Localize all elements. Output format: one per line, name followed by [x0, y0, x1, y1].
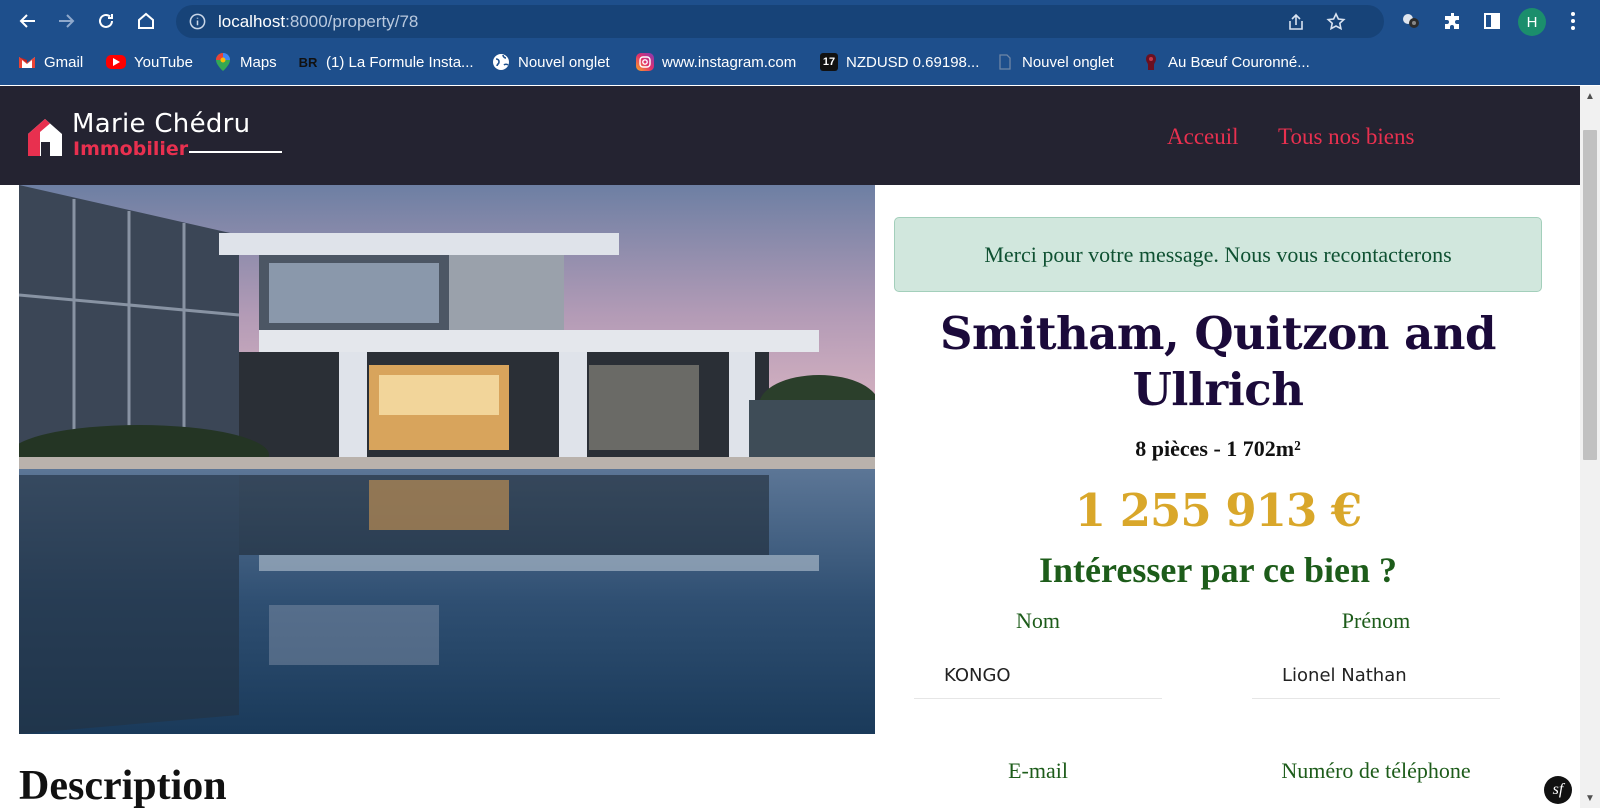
email-label: E-mail — [1008, 758, 1068, 783]
restaurant-icon — [1142, 53, 1160, 71]
property-photo — [19, 185, 875, 734]
side-panel-button[interactable] — [1479, 8, 1505, 34]
bookmark-nouvel-onglet-2[interactable]: Nouvel onglet — [996, 52, 1114, 72]
nav-accueil[interactable]: Acceuil — [1167, 124, 1239, 150]
menu-button[interactable] — [1560, 8, 1586, 34]
house-pool-image — [19, 185, 875, 734]
star-icon[interactable] — [1326, 12, 1346, 32]
scroll-thumb[interactable] — [1583, 130, 1597, 460]
arrow-left-icon — [19, 14, 35, 28]
br-icon: BR — [298, 54, 318, 70]
description-heading: Description — [19, 763, 227, 809]
back-button[interactable] — [14, 7, 42, 35]
url-text[interactable]: localhost:8000/property/78 — [218, 12, 418, 32]
maps-icon — [214, 53, 232, 71]
page-scrollbar[interactable]: ▲ ▼ — [1580, 86, 1600, 808]
property-price: 1 255 913 € — [1074, 484, 1363, 537]
tradingview-icon: 17 — [820, 53, 838, 71]
phone-label: Numéro de téléphone — [1281, 758, 1471, 783]
youtube-icon — [106, 55, 126, 69]
bookmark-label: Gmail — [44, 53, 84, 71]
bookmark-formule[interactable]: BR (1) La Formule Insta... — [298, 52, 474, 72]
bookmark-nzdusd[interactable]: 17 NZDUSD 0.69198... — [820, 52, 979, 72]
bookmark-label: Nouvel onglet — [518, 53, 610, 71]
logo-name: Marie Chédru — [72, 109, 251, 139]
bookmarks-bar: Gmail YouTube Maps BR (1) La Formule Ins… — [0, 45, 1600, 79]
bookmark-nouvel-onglet-1[interactable]: Nouvel onglet — [492, 52, 610, 72]
nom-input[interactable] — [914, 653, 1162, 699]
prenom-label: Prénom — [1341, 608, 1411, 633]
nom-label: Nom — [1016, 608, 1060, 633]
kebab-menu-icon — [1571, 12, 1575, 30]
reload-icon — [99, 13, 113, 28]
scroll-up-arrow-icon[interactable]: ▲ — [1580, 86, 1600, 106]
bookmark-label: (1) La Formule Insta... — [326, 53, 474, 71]
property-meta: 8 pièces - 1 702m² — [1135, 436, 1301, 461]
url-path: :8000/property/78 — [285, 12, 419, 31]
url-host: localhost — [218, 12, 286, 31]
side-panel-icon — [1484, 13, 1500, 29]
success-alert: Merci pour votre message. Nous vous reco… — [894, 217, 1542, 292]
share-icon[interactable] — [1286, 12, 1306, 32]
bookmark-label: Nouvel onglet — [1022, 53, 1114, 71]
site-logo[interactable]: Marie Chédru Immobilier — [26, 109, 282, 160]
bookmark-instagram[interactable]: www.instagram.com — [636, 52, 796, 72]
home-icon — [138, 12, 154, 29]
reload-button[interactable] — [92, 7, 120, 35]
page-icon — [996, 53, 1014, 71]
bookmark-boeuf[interactable]: Au Bœuf Couronné... — [1142, 52, 1310, 72]
address-bar[interactable]: localhost:8000/property/78 — [176, 5, 1384, 38]
bookmark-label: NZDUSD 0.69198... — [846, 53, 980, 71]
bookmark-youtube[interactable]: YouTube — [106, 52, 193, 72]
puzzle-icon — [1445, 13, 1459, 29]
bookmark-gmail[interactable]: Gmail — [18, 52, 83, 72]
prenom-input[interactable] — [1252, 653, 1500, 699]
property-title: Smitham, Quitzon and Ullrich — [940, 307, 1496, 416]
extension-balls-icon — [1403, 14, 1419, 28]
nav-tous-nos-biens[interactable]: Tous nos biens — [1278, 124, 1414, 150]
site-info-icon[interactable] — [188, 12, 207, 31]
browser-chrome: localhost:8000/property/78 H Gmail YouTu… — [0, 0, 1600, 85]
symfony-toolbar-toggle[interactable]: sf — [1544, 776, 1572, 804]
extension-button[interactable] — [1398, 8, 1424, 34]
globe-icon — [492, 53, 510, 71]
instagram-icon — [636, 53, 654, 71]
browser-toolbar: localhost:8000/property/78 H — [0, 0, 1600, 42]
extensions-button[interactable] — [1440, 8, 1466, 34]
bookmark-label: www.instagram.com — [662, 53, 797, 71]
profile-avatar[interactable]: H — [1518, 8, 1546, 36]
forward-button[interactable] — [52, 7, 80, 35]
bookmark-label: Au Bœuf Couronné... — [1168, 53, 1310, 71]
arrow-right-icon — [59, 14, 75, 28]
bookmark-label: YouTube — [134, 53, 193, 71]
logo-underline — [189, 151, 282, 153]
gmail-icon — [18, 53, 36, 71]
scroll-down-arrow-icon[interactable]: ▼ — [1580, 788, 1600, 808]
bookmark-label: Maps — [240, 53, 277, 71]
bookmark-maps[interactable]: Maps — [214, 52, 277, 72]
logo-subtitle: Immobilier — [73, 138, 189, 160]
contact-heading: Intéresser par ce bien ? — [1039, 550, 1397, 590]
home-button[interactable] — [132, 7, 160, 35]
house-logo-icon — [28, 119, 62, 156]
